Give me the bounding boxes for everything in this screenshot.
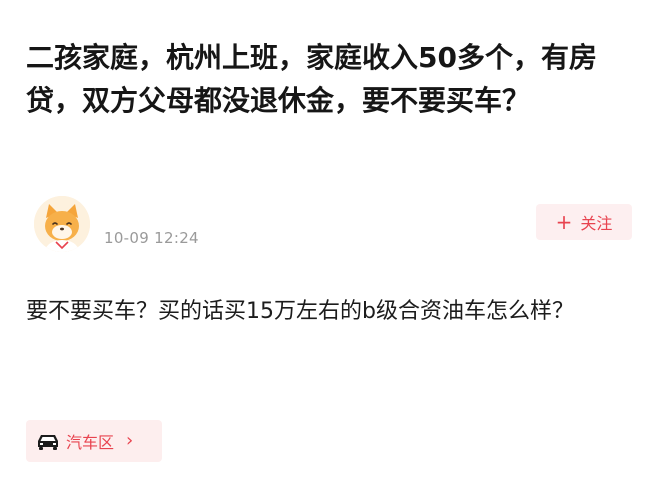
follow-button-label: 关注	[580, 214, 613, 233]
shiba-avatar-icon	[34, 196, 90, 252]
post-title: 二孩家庭，杭州上班，家庭收入50多个，有房贷，双方父母都没退休金，要不要买车？	[26, 41, 597, 117]
car-icon	[36, 432, 60, 450]
chevron-right-icon: ›	[126, 430, 134, 451]
plus-icon: +	[555, 210, 573, 234]
topic-tag-label: 汽车区	[66, 433, 115, 452]
follow-button[interactable]: + 关注	[536, 204, 632, 240]
author-row: 10-09 12:24 + 关注	[26, 196, 636, 252]
topic-tag-car[interactable]: 汽车区 ›	[26, 420, 162, 462]
post-timestamp: 10-09 12:24	[104, 229, 199, 247]
post-body: 要不要买车？买的话买15万左右的b级合资油车怎么样？	[26, 299, 574, 324]
avatar[interactable]	[34, 196, 90, 252]
